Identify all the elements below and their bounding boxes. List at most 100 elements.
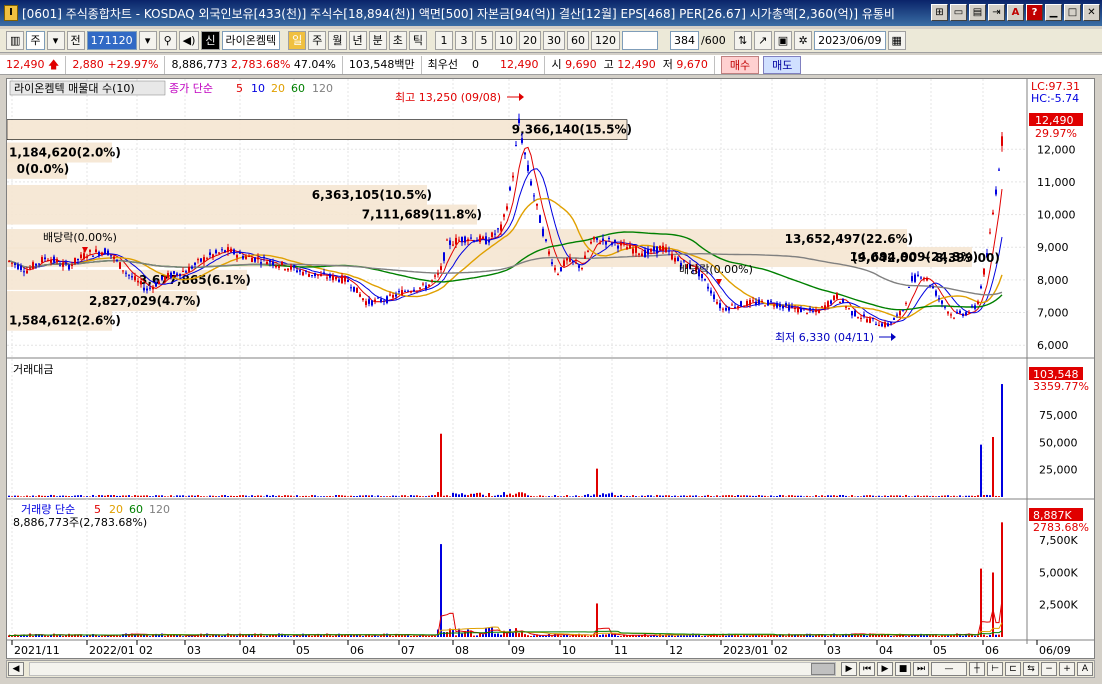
search-icon[interactable]: ⚲ bbox=[158, 31, 177, 50]
zoom-in-icon[interactable]: + bbox=[1059, 662, 1075, 676]
draw-icon[interactable]: ⊢ bbox=[987, 662, 1003, 676]
prev-button[interactable]: 전 bbox=[66, 31, 85, 50]
chevron-down-icon[interactable]: ▾ bbox=[46, 31, 65, 50]
amount-bar bbox=[557, 496, 559, 497]
period-second[interactable]: 초 bbox=[388, 31, 407, 50]
period-day[interactable]: 일 bbox=[288, 31, 307, 50]
candle-body bbox=[596, 237, 598, 240]
interval-custom-input[interactable] bbox=[622, 31, 659, 50]
speaker-icon[interactable]: ◀) bbox=[178, 31, 200, 50]
chart-canvas[interactable]: 9,366,140(15.5%) 1,184,620(2.0%) 0(0.0%) 6,… bbox=[6, 79, 1094, 658]
period-month[interactable]: 월 bbox=[328, 31, 347, 50]
horizontal-scrollbar[interactable] bbox=[29, 662, 836, 676]
candle-body bbox=[56, 259, 58, 263]
zoom-out-icon[interactable]: − bbox=[1041, 662, 1057, 676]
volume-bar bbox=[479, 633, 481, 637]
close-icon[interactable]: ✕ bbox=[1083, 4, 1100, 21]
chart-area[interactable]: 9,366,140(15.5%) 1,184,620(2.0%) 0(0.0%) 6,… bbox=[6, 78, 1095, 659]
pin-icon[interactable]: ⇥ bbox=[988, 4, 1005, 21]
candle-body bbox=[806, 312, 808, 314]
gear-icon[interactable]: ✲ bbox=[794, 31, 813, 50]
candle-body bbox=[974, 305, 976, 309]
volume-bar bbox=[620, 636, 622, 637]
fit-icon[interactable]: ⊏ bbox=[1005, 662, 1021, 676]
interval-1[interactable]: 1 bbox=[435, 31, 454, 50]
amount-bar bbox=[569, 496, 571, 497]
interval-20[interactable]: 20 bbox=[519, 31, 542, 50]
amount-bar bbox=[566, 495, 568, 497]
buy-button[interactable]: 매수 bbox=[720, 55, 760, 74]
amount-bar bbox=[731, 495, 733, 497]
interval-10[interactable]: 10 bbox=[495, 31, 518, 50]
scroll-right-icon[interactable]: ▶ bbox=[841, 662, 857, 676]
amount-bar bbox=[671, 496, 673, 497]
scroll-left-icon[interactable]: ◀ bbox=[8, 662, 24, 676]
type-select[interactable]: 주 bbox=[26, 31, 45, 50]
play-icon[interactable]: ▶ bbox=[877, 662, 893, 676]
candle-body bbox=[791, 305, 793, 308]
candle-body bbox=[287, 268, 289, 271]
price-axis-tick: 11,000 bbox=[1037, 176, 1076, 189]
trend-icon[interactable]: ↗ bbox=[753, 31, 772, 50]
crosshair-icon[interactable]: ┼ bbox=[969, 662, 985, 676]
candle-body bbox=[317, 274, 319, 276]
candle-body bbox=[41, 257, 43, 263]
period-minute[interactable]: 분 bbox=[368, 31, 387, 50]
volume-bar bbox=[998, 634, 1000, 637]
interval-60[interactable]: 60 bbox=[567, 31, 590, 50]
move-icon[interactable]: ⇆ bbox=[1023, 662, 1039, 676]
interval-120[interactable]: 120 bbox=[591, 31, 621, 50]
interval-3[interactable]: 3 bbox=[455, 31, 474, 50]
price-value: 12,490 bbox=[6, 57, 45, 71]
count-input[interactable]: 384 bbox=[670, 31, 700, 50]
minimize-icon[interactable]: ▁ bbox=[1045, 4, 1062, 21]
amount-bar bbox=[47, 495, 49, 497]
quote-bar: 12,490 🡅 2,880 +29.97% 8,886,773 2,783.6… bbox=[0, 55, 1102, 75]
volume-bar bbox=[719, 635, 721, 637]
analysis-icon[interactable]: ⇅ bbox=[733, 31, 752, 50]
date-input[interactable]: 2023/06/09 bbox=[814, 31, 886, 50]
volume-bar bbox=[410, 636, 412, 637]
font-size-icon[interactable]: A bbox=[1077, 662, 1093, 676]
amount-bar bbox=[563, 496, 565, 497]
amount-bar bbox=[326, 496, 328, 497]
volume-bar bbox=[263, 635, 265, 637]
amount-bar bbox=[665, 495, 667, 497]
zoom-slider[interactable]: — bbox=[931, 662, 967, 676]
candle-body bbox=[893, 318, 895, 320]
link-icon[interactable]: ⊞ bbox=[931, 4, 948, 21]
last-page-icon[interactable]: ⏭ bbox=[913, 662, 929, 676]
window-icon[interactable]: ▭ bbox=[950, 4, 967, 21]
save-icon[interactable]: ▣ bbox=[773, 31, 793, 50]
candle-body bbox=[731, 304, 733, 306]
vol-ma120-label: 120 bbox=[149, 503, 170, 516]
period-tick[interactable]: 틱 bbox=[408, 31, 428, 50]
volume-bar bbox=[551, 636, 553, 637]
amount-bar bbox=[170, 495, 172, 497]
maximize-icon[interactable]: □ bbox=[1064, 4, 1081, 21]
interval-5[interactable]: 5 bbox=[475, 31, 494, 50]
period-week[interactable]: 주 bbox=[308, 31, 327, 50]
stop-icon[interactable]: ■ bbox=[895, 662, 911, 676]
code-dropdown-icon[interactable]: ▾ bbox=[138, 31, 157, 50]
chart-settings-icon[interactable]: ▥ bbox=[6, 31, 25, 50]
candle-body bbox=[725, 307, 727, 311]
dividend-annotation-2: 배당락(0.00%) bbox=[679, 263, 753, 276]
scroll-thumb[interactable] bbox=[811, 663, 835, 675]
candle-body bbox=[464, 236, 466, 243]
amount-bar bbox=[14, 495, 16, 497]
first-page-icon[interactable]: ⏮ bbox=[859, 662, 875, 676]
sell-button[interactable]: 매도 bbox=[763, 55, 802, 74]
amount-bar bbox=[533, 496, 535, 497]
print-icon[interactable]: ▤ bbox=[969, 4, 986, 21]
calendar-icon[interactable]: ▦ bbox=[887, 31, 906, 50]
volume-bar bbox=[674, 635, 676, 637]
amount-bar bbox=[788, 495, 790, 497]
amount-bar bbox=[701, 496, 703, 497]
stock-code-input[interactable]: 171120 bbox=[86, 31, 137, 50]
volume-bar bbox=[824, 635, 826, 637]
font-icon[interactable]: A bbox=[1007, 4, 1024, 21]
interval-30[interactable]: 30 bbox=[543, 31, 566, 50]
period-year[interactable]: 년 bbox=[348, 31, 367, 50]
help-icon[interactable]: ? bbox=[1026, 4, 1043, 21]
